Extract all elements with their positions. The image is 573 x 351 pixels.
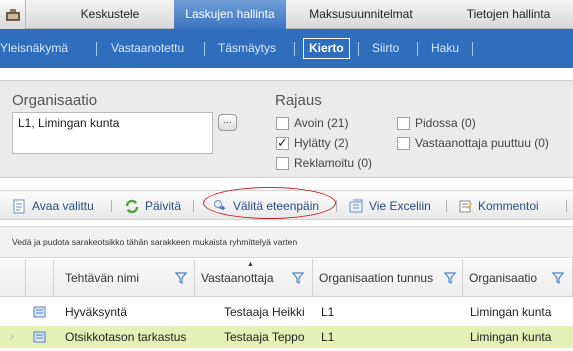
header-organisaation-tunnus[interactable]: Organisaation tunnus — [313, 259, 463, 297]
filter-vastaanottaja-puuttuu[interactable]: Vastaanottaja puuttuu (0) — [397, 136, 549, 150]
reklamoitu-label: Reklamoitu (0) — [294, 156, 373, 170]
subnav-siirto[interactable]: Siirto — [372, 29, 399, 68]
group-by-area[interactable]: Vedä ja pudota sarakeotsikko tähän sarak… — [0, 226, 573, 258]
open-selected-label: Avaa valittu — [32, 199, 94, 213]
header-tehtavan-nimi-label: Tehtävän nimi — [65, 271, 140, 285]
header-vastaanottaja-label: Vastaanottaja — [201, 271, 274, 285]
toolbar-separator — [111, 200, 112, 212]
filter-avoin[interactable]: Avoin (21) — [276, 116, 348, 130]
grid-header: Tehtävän nimi ▲ Vastaanottaja Organisaat… — [0, 259, 573, 297]
cell-tehtavan-nimi: Hyväksyntä — [65, 305, 128, 319]
cell-vastaanottaja: Testaaja Heikki — [224, 305, 305, 319]
pidossa-label: Pidossa (0) — [415, 116, 476, 130]
subnav-kierto[interactable]: Kierto — [303, 38, 350, 59]
comment-button[interactable]: Kommentoi — [458, 191, 539, 221]
sub-navigation: Yleisnäkymä Vastaanotettu Täsmäytys Kier… — [0, 29, 573, 68]
filter-icon[interactable] — [444, 272, 456, 284]
header-blank — [0, 259, 26, 297]
filter-icon[interactable] — [552, 272, 564, 284]
open-selected-button[interactable]: Avaa valittu — [12, 191, 94, 221]
subnav-separator — [417, 42, 418, 56]
filter-panel: Organisaatio L1, Limingan kunta ... Raja… — [0, 80, 573, 178]
header-organisaatio[interactable]: Organisaatio — [463, 259, 573, 297]
toolbar-separator — [566, 200, 567, 212]
tab-maksusuunnitelmat[interactable]: Maksusuunnitelmat — [296, 0, 426, 29]
cell-vastaanottaja: Testaaja Teppo — [224, 330, 305, 344]
comment-label: Kommentoi — [478, 199, 539, 213]
header-vastaanottaja[interactable]: ▲ Vastaanottaja — [195, 259, 313, 297]
organisation-label: Organisaatio — [12, 92, 98, 109]
subnav-separator — [294, 42, 295, 56]
table-row-selected[interactable]: › Otsikkotason tarkastus Testaaja Teppo … — [0, 326, 573, 348]
filter-hylatty[interactable]: Hylätty (2) — [276, 135, 349, 151]
vastaanottaja-puuttuu-label: Vastaanottaja puuttuu (0) — [415, 136, 549, 150]
hylatty-checkbox[interactable] — [276, 135, 289, 151]
filter-icon[interactable] — [175, 272, 187, 284]
export-excel-label: Vie Exceliin — [369, 199, 431, 213]
pidossa-checkbox[interactable] — [397, 116, 410, 130]
browse-organisation-button[interactable]: ... — [218, 114, 237, 131]
tab-keskustele[interactable]: Keskustele — [56, 0, 164, 29]
cell-organisaation-tunnus: L1 — [321, 330, 335, 344]
row-indicator-icon: › — [10, 331, 14, 343]
highlight-ellipse — [203, 187, 336, 219]
organisation-field[interactable]: L1, Limingan kunta — [12, 112, 213, 154]
hylatty-label: Hylätty (2) — [294, 136, 349, 150]
avoin-checkbox[interactable] — [276, 116, 289, 130]
tab-laskujen-hallinta[interactable]: Laskujen hallinta — [174, 0, 286, 29]
cell-organisaatio: Limingan kunta — [470, 330, 552, 344]
subnav-tasmaytys[interactable]: Täsmäytys — [218, 29, 276, 68]
header-organisaatio-label: Organisaatio — [469, 271, 538, 285]
cell-organisaatio: Limingan kunta — [470, 305, 552, 319]
task-icon — [33, 306, 46, 318]
export-excel-button[interactable]: Vie Exceliin — [349, 191, 431, 221]
refresh-button[interactable]: Päivitä — [124, 191, 181, 221]
cell-tehtavan-nimi: Otsikkotason tarkastus — [65, 330, 187, 344]
avoin-label: Avoin (21) — [294, 116, 349, 130]
home-icon — [5, 8, 20, 21]
subnav-separator — [358, 42, 359, 56]
filter-pidossa[interactable]: Pidossa (0) — [397, 116, 476, 130]
subnav-separator — [204, 42, 205, 56]
header-tehtavan-nimi[interactable]: Tehtävän nimi — [54, 259, 195, 297]
toolbar-separator — [193, 200, 194, 212]
document-open-icon — [13, 199, 25, 213]
header-organisaation-tunnus-label: Organisaation tunnus — [319, 271, 434, 285]
subnav-haku[interactable]: Haku — [431, 29, 459, 68]
subnav-separator — [472, 42, 473, 56]
subnav-separator — [96, 42, 97, 56]
sort-ascending-icon: ▲ — [247, 261, 254, 268]
toolbar-separator — [446, 200, 447, 212]
task-icon — [33, 331, 46, 343]
refresh-icon — [125, 199, 139, 213]
home-button[interactable] — [0, 0, 26, 29]
reklamoitu-checkbox[interactable] — [276, 156, 289, 170]
refresh-label: Päivitä — [145, 199, 182, 213]
filter-icon[interactable] — [292, 272, 304, 284]
excel-export-icon — [349, 199, 363, 212]
filter-reklamoitu[interactable]: Reklamoitu (0) — [276, 156, 372, 170]
rajaus-label: Rajaus — [275, 92, 322, 109]
table-row[interactable]: Hyväksyntä Testaaja Heikki L1 Limingan k… — [0, 301, 573, 323]
tab-tietojen-hallinta[interactable]: Tietojen hallinta — [444, 0, 573, 29]
toolbar-separator — [336, 200, 337, 212]
top-tab-bar: Keskustele Laskujen hallinta Maksusuunni… — [0, 0, 573, 29]
vastaanottaja-puuttuu-checkbox[interactable] — [397, 136, 410, 150]
subnav-yleisnakyma[interactable]: Yleisnäkymä — [0, 29, 68, 68]
subnav-vastaanotettu[interactable]: Vastaanotettu — [111, 29, 184, 68]
cell-organisaation-tunnus: L1 — [321, 305, 335, 319]
comment-icon — [459, 200, 472, 212]
header-icon-column — [26, 259, 54, 297]
